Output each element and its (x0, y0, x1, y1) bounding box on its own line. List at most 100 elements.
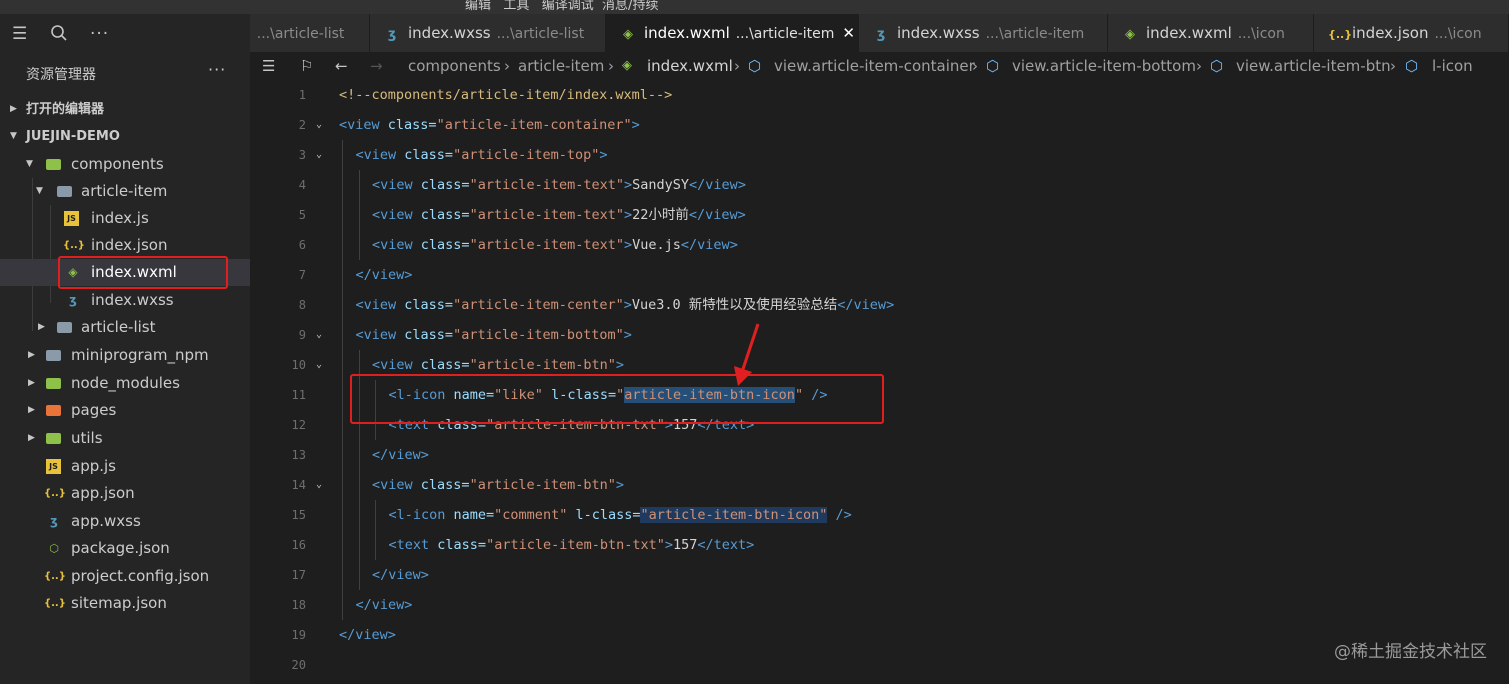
tab-index-wxml-article-item[interactable]: ◈ index.wxml ...\article-item ✕ (606, 14, 859, 52)
code-text: </view> (372, 560, 429, 590)
fold-chevron-icon[interactable]: ⌄ (316, 350, 322, 380)
indent-guide (342, 530, 343, 560)
fold-chevron-icon[interactable]: ⌄ (316, 140, 322, 170)
tree-item-index-js[interactable]: JS index.js (0, 205, 250, 232)
breadcrumb-item[interactable]: l-icon (1432, 52, 1473, 80)
tab-index-wxss-article-list[interactable]: ʒ index.wxss ...\article-list (370, 14, 606, 52)
code-text: <view class="article-item-bottom"> (356, 320, 632, 350)
code-line[interactable]: 18 </view> (250, 590, 1509, 620)
code-token: > (623, 327, 632, 343)
indent-guide (342, 440, 343, 470)
watermark: @稀土掘金技术社区 (1334, 642, 1487, 662)
tree-item-app-js[interactable]: JS app.js (0, 453, 250, 480)
tree-item-miniprogram-npm[interactable]: ▶ miniprogram_npm (0, 342, 250, 369)
code-token: > (624, 177, 633, 193)
tree-item-sitemap-json[interactable]: {..} sitemap.json (0, 590, 250, 617)
list-icon[interactable]: ☰ (262, 52, 275, 80)
code-line[interactable]: 9 ⌄ <view class="article-item-bottom"> (250, 320, 1509, 350)
close-icon[interactable]: ✕ (842, 24, 855, 42)
breadcrumb-item[interactable]: view.article-item-btn (1236, 52, 1391, 80)
line-number: 14 (291, 478, 306, 492)
tree-item-package-json[interactable]: ⬡ package.json (0, 535, 250, 562)
tree-item-index-wxss[interactable]: ʒ index.wxss (0, 287, 250, 314)
more-icon[interactable]: ··· (90, 24, 109, 44)
folder-icon (55, 314, 73, 343)
indent-guide (358, 500, 360, 530)
indent-guide (342, 350, 343, 380)
line-number: 19 (291, 628, 306, 642)
line-number: 16 (291, 538, 306, 552)
code-line[interactable]: 7 </view> (250, 260, 1509, 290)
breadcrumb-item[interactable]: index.wxml (647, 52, 733, 80)
code-line[interactable]: 19 </view> (250, 620, 1509, 650)
code-line[interactable]: 5 <view class="article-item-text">22小时前</… (250, 200, 1509, 230)
indent-guide (342, 590, 343, 620)
tab-article-list[interactable]: |← ...\article-list (250, 14, 370, 52)
fold-chevron-icon[interactable]: ⌄ (316, 470, 322, 500)
tab-index-json-icon[interactable]: {..}index.json ...\icon (1314, 14, 1509, 52)
code-line[interactable]: 8 <view class="article-item-center">Vue3.… (250, 290, 1509, 320)
code-text: <view class="article-item-text">Vue.js</… (372, 230, 738, 260)
open-editors-section[interactable]: ▶ 打开的编辑器 (0, 96, 250, 123)
tree-item-pages[interactable]: ▶ pages (0, 397, 250, 424)
annotation-arrow-icon (734, 323, 760, 386)
code-line[interactable]: 16 <text class="article-item-btn-txt">157… (250, 530, 1509, 560)
css-file-icon: ʒ (387, 27, 397, 42)
bookmark-icon[interactable]: ⚐ (300, 52, 313, 80)
tree-item-components[interactable]: ▼ components (0, 151, 250, 178)
code-text: </view> (356, 260, 413, 290)
tree-item-utils[interactable]: ▶ utils (0, 425, 250, 452)
chevron-right-icon: ▶ (28, 405, 35, 415)
tab-index-wxss-article-item[interactable]: ʒ index.wxss ...\article-item (859, 14, 1108, 52)
breadcrumb-item[interactable]: view.article-item-bottom (1012, 52, 1196, 80)
code-token: <view (355, 297, 405, 313)
code-line[interactable]: 13 </view> (250, 440, 1509, 470)
indent-guide (342, 230, 343, 260)
css-file-icon: ʒ (876, 27, 886, 42)
tree-item-article-item[interactable]: ▼ article-item (0, 178, 250, 205)
indent-guide (342, 140, 343, 170)
code-line[interactable]: 20 (250, 650, 1509, 680)
breadcrumb-sep: › (1196, 57, 1202, 75)
fold-chevron-icon[interactable]: ⌄ (316, 320, 322, 350)
project-section[interactable]: ▼ JUEJIN-DEMO (0, 123, 250, 150)
breadcrumb-item[interactable]: components (408, 52, 501, 80)
code-editor[interactable]: 1 <!--components/article-item/index.wxml-… (250, 80, 1509, 684)
chevron-right-icon: ▶ (10, 104, 17, 114)
code-text: <view class="article-item-text">22小时前</v… (372, 200, 746, 230)
code-line[interactable]: 14 ⌄ <view class="article-item-btn"> (250, 470, 1509, 500)
code-line[interactable]: 4 <view class="article-item-text">SandySY… (250, 170, 1509, 200)
more-icon[interactable]: ··· (208, 60, 226, 79)
code-token: </view> (339, 627, 396, 643)
folder-open-icon (55, 178, 73, 207)
tree-item-index-json[interactable]: {..} index.json (0, 232, 250, 259)
code-token: "article-item-btn-icon" (640, 507, 828, 523)
tab-index-wxml-icon[interactable]: ◈ index.wxml ...\icon (1108, 14, 1314, 52)
code-text: <view class="article-item-center">Vue3.0… (356, 290, 895, 320)
breadcrumb-item[interactable]: article-item (518, 52, 604, 80)
code-line[interactable]: 17 </view> (250, 560, 1509, 590)
cube-icon: ⬡ (986, 57, 1000, 75)
tree-item-app-json[interactable]: {..} app.json (0, 480, 250, 507)
indent-guide (358, 230, 360, 260)
explorer-list-icon[interactable]: ☰ (12, 24, 27, 44)
line-number: 4 (298, 178, 306, 192)
tree-item-node-modules[interactable]: ▶ node_modules (0, 370, 250, 397)
tree-item-article-list[interactable]: ▶ article-list (0, 314, 250, 341)
fold-chevron-icon[interactable]: ⌄ (316, 110, 322, 140)
code-line[interactable]: 3 ⌄ <view class="article-item-top"> (250, 140, 1509, 170)
code-token: </view> (837, 297, 895, 313)
code-line[interactable]: 6 <view class="article-item-text">Vue.js<… (250, 230, 1509, 260)
breadcrumb-item[interactable]: view.article-item-container (774, 52, 975, 80)
forward-arrow-icon[interactable]: → (370, 52, 383, 80)
tree-item-app-wxss[interactable]: ʒ app.wxss (0, 508, 250, 535)
code-line[interactable]: 1 <!--components/article-item/index.wxml-… (250, 80, 1509, 110)
wxml-file-icon: ◈ (1125, 27, 1135, 42)
code-line[interactable]: 15 <l-icon name="comment" l-class="articl… (250, 500, 1509, 530)
tree-item-project-config-json[interactable]: {..} project.config.json (0, 563, 250, 590)
back-arrow-icon[interactable]: ← (335, 52, 348, 80)
search-icon[interactable] (50, 24, 68, 47)
indent-guide (375, 530, 376, 560)
code-line[interactable]: 2 ⌄ <view class="article-item-container"> (250, 110, 1509, 140)
json-file-icon: {..} (44, 488, 66, 499)
